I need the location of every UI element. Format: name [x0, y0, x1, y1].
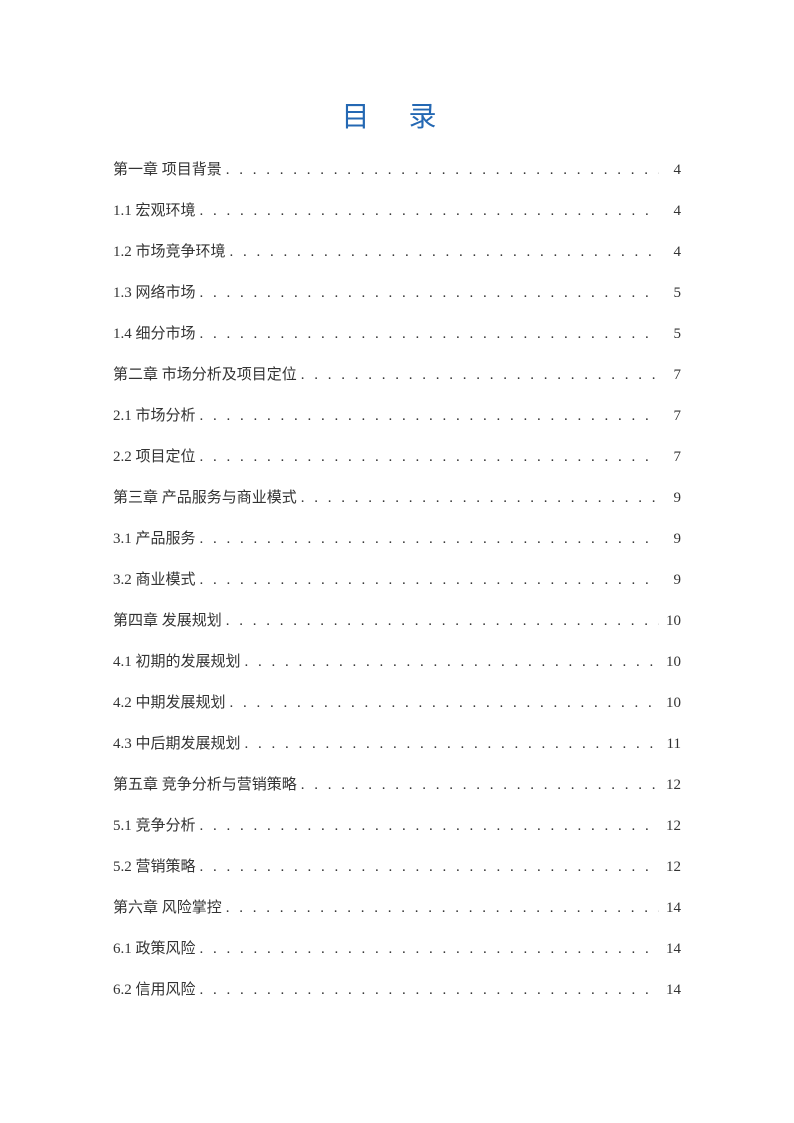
toc-dot-leader [200, 327, 659, 342]
toc-dot-leader [226, 163, 659, 178]
toc-item: 2.1 市场分析 7 [113, 409, 681, 424]
toc-item: 6.1 政策风险 14 [113, 942, 681, 957]
toc-entry-page: 10 [663, 614, 681, 629]
toc-entry-label: 第三章 产品服务与商业模式 [113, 491, 297, 506]
toc-entry-page: 12 [663, 778, 681, 793]
toc-item: 1.4 细分市场 5 [113, 327, 681, 342]
toc-entry-page: 14 [663, 983, 681, 998]
toc-entry-label: 第五章 竞争分析与营销策略 [113, 778, 297, 793]
toc-dot-leader [200, 860, 659, 875]
toc-entry-page: 7 [663, 409, 681, 424]
toc-item: 第一章 项目背景 4 [113, 163, 681, 178]
toc-entry-label: 6.1 政策风险 [113, 942, 196, 957]
toc-item: 2.2 项目定位 7 [113, 450, 681, 465]
toc-item: 5.1 竞争分析 12 [113, 819, 681, 834]
toc-entry-page: 9 [663, 491, 681, 506]
toc-dot-leader [226, 901, 659, 916]
toc-item: 第二章 市场分析及项目定位 7 [113, 368, 681, 383]
toc-item: 4.1 初期的发展规划 10 [113, 655, 681, 670]
toc-item: 4.2 中期发展规划 10 [113, 696, 681, 711]
toc-dot-leader [200, 532, 659, 547]
toc-dot-leader [200, 983, 659, 998]
toc-entry-label: 5.2 营销策略 [113, 860, 196, 875]
toc-item: 5.2 营销策略 12 [113, 860, 681, 875]
toc-entry-label: 5.1 竞争分析 [113, 819, 196, 834]
toc-item: 第三章 产品服务与商业模式 9 [113, 491, 681, 506]
toc-dot-leader [200, 286, 659, 301]
toc-entry-page: 14 [663, 942, 681, 957]
toc-entry-label: 第二章 市场分析及项目定位 [113, 368, 297, 383]
toc-entry-page: 14 [663, 901, 681, 916]
toc-entry-label: 4.1 初期的发展规划 [113, 655, 241, 670]
toc-item: 4.3 中后期发展规划 11 [113, 737, 681, 752]
toc-entry-label: 4.3 中后期发展规划 [113, 737, 241, 752]
toc-dot-leader [245, 737, 659, 752]
toc-entry-page: 5 [663, 327, 681, 342]
toc-entry-label: 1.3 网络市场 [113, 286, 196, 301]
toc-dot-leader [230, 696, 659, 711]
toc-dot-leader [200, 450, 659, 465]
toc-entry-label: 3.1 产品服务 [113, 532, 196, 547]
toc-entry-label: 第一章 项目背景 [113, 163, 222, 178]
toc-entry-page: 12 [663, 819, 681, 834]
toc-entry-page: 9 [663, 532, 681, 547]
toc-entry-page: 7 [663, 368, 681, 383]
toc-entry-label: 6.2 信用风险 [113, 983, 196, 998]
toc-entry-label: 2.2 项目定位 [113, 450, 196, 465]
toc-entry-label: 2.1 市场分析 [113, 409, 196, 424]
toc-item: 6.2 信用风险 14 [113, 983, 681, 998]
toc-entry-page: 4 [663, 163, 681, 178]
toc-entry-page: 9 [663, 573, 681, 588]
toc-dot-leader [200, 204, 659, 219]
toc-entry-label: 1.2 市场竞争环境 [113, 245, 226, 260]
toc-dot-leader [200, 942, 659, 957]
toc-entry-label: 第六章 风险掌控 [113, 901, 222, 916]
toc-dot-leader [245, 655, 659, 670]
toc-item: 1.3 网络市场 5 [113, 286, 681, 301]
toc-item: 第六章 风险掌控 14 [113, 901, 681, 916]
toc-entry-page: 11 [663, 737, 681, 752]
toc-dot-leader [301, 491, 659, 506]
toc-title: 目 录 [113, 95, 681, 135]
toc-entry-page: 4 [663, 204, 681, 219]
toc-entry-label: 1.1 宏观环境 [113, 204, 196, 219]
toc-item: 第五章 竞争分析与营销策略 12 [113, 778, 681, 793]
toc-dot-leader [200, 409, 659, 424]
toc-list: 第一章 项目背景41.1 宏观环境41.2 市场竞争环境41.3 网络市场51.… [113, 163, 681, 998]
toc-entry-label: 第四章 发展规划 [113, 614, 222, 629]
toc-entry-page: 4 [663, 245, 681, 260]
toc-entry-page: 7 [663, 450, 681, 465]
toc-dot-leader [200, 819, 659, 834]
toc-entry-label: 3.2 商业模式 [113, 573, 196, 588]
toc-dot-leader [230, 245, 659, 260]
toc-dot-leader [301, 368, 659, 383]
toc-item: 3.2 商业模式 9 [113, 573, 681, 588]
toc-entry-page: 12 [663, 860, 681, 875]
toc-entry-page: 10 [663, 655, 681, 670]
toc-dot-leader [200, 573, 659, 588]
toc-dot-leader [301, 778, 659, 793]
toc-entry-page: 10 [663, 696, 681, 711]
toc-dot-leader [226, 614, 659, 629]
toc-entry-page: 5 [663, 286, 681, 301]
toc-item: 第四章 发展规划 10 [113, 614, 681, 629]
toc-item: 3.1 产品服务 9 [113, 532, 681, 547]
toc-entry-label: 1.4 细分市场 [113, 327, 196, 342]
toc-item: 1.2 市场竞争环境 4 [113, 245, 681, 260]
toc-item: 1.1 宏观环境 4 [113, 204, 681, 219]
toc-entry-label: 4.2 中期发展规划 [113, 696, 226, 711]
